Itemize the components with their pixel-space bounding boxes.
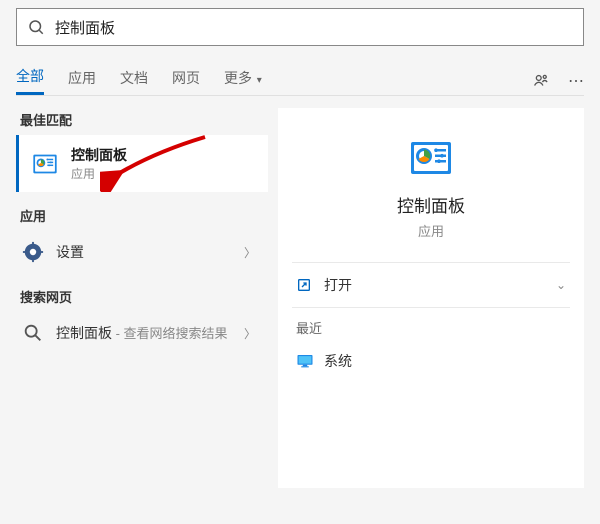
results-column: 最佳匹配 控制面板 应用 应用 设置 〉 搜索网页 控制面板 - 查看网络搜索结… — [16, 96, 278, 488]
recent-label: 最近 — [292, 308, 570, 343]
search-icon — [22, 322, 44, 344]
control-panel-icon — [407, 134, 455, 182]
gear-icon — [22, 241, 44, 263]
tab-apps[interactable]: 应用 — [68, 68, 96, 94]
more-options-icon[interactable]: ⋯ — [568, 71, 584, 91]
open-icon — [296, 277, 312, 293]
chevron-down-icon[interactable]: ⌄ — [556, 278, 566, 292]
detail-panel: 控制面板 应用 打开 ⌄ 最近 系统 — [278, 108, 584, 488]
tab-documents[interactable]: 文档 — [120, 68, 148, 94]
section-best-match: 最佳匹配 — [20, 110, 268, 129]
app-item-label: 设置 — [56, 242, 244, 262]
detail-subtitle: 应用 — [292, 221, 570, 240]
section-web-search: 搜索网页 — [20, 287, 268, 306]
search-bar[interactable] — [16, 8, 584, 46]
chevron-down-icon: ▾ — [254, 75, 262, 86]
tabs-bar: 全部 应用 文档 网页 更多 ▾ ⋯ — [0, 46, 600, 95]
tab-all[interactable]: 全部 — [16, 66, 44, 95]
open-action[interactable]: 打开 ⌄ — [292, 263, 570, 307]
best-match-item[interactable]: 控制面板 应用 — [16, 135, 268, 192]
search-icon — [27, 18, 45, 36]
section-apps: 应用 — [20, 206, 268, 225]
detail-title: 控制面板 — [292, 192, 570, 217]
chevron-right-icon: 〉 — [244, 325, 256, 342]
tab-more[interactable]: 更多 ▾ — [224, 68, 262, 94]
account-icon[interactable] — [532, 72, 550, 90]
app-item-settings[interactable]: 设置 〉 — [16, 231, 268, 273]
chevron-right-icon: 〉 — [244, 244, 256, 261]
open-label: 打开 — [324, 275, 352, 295]
search-input[interactable] — [55, 19, 573, 36]
recent-item-system[interactable]: 系统 — [292, 343, 570, 379]
monitor-icon — [296, 353, 314, 369]
control-panel-icon — [31, 150, 59, 178]
best-match-title: 控制面板 — [71, 145, 127, 165]
web-item-label: 控制面板 - 查看网络搜索结果 — [56, 323, 244, 343]
web-search-item[interactable]: 控制面板 - 查看网络搜索结果 〉 — [16, 312, 268, 354]
tab-web[interactable]: 网页 — [172, 68, 200, 94]
best-match-subtitle: 应用 — [71, 165, 127, 182]
recent-item-label: 系统 — [324, 351, 352, 371]
